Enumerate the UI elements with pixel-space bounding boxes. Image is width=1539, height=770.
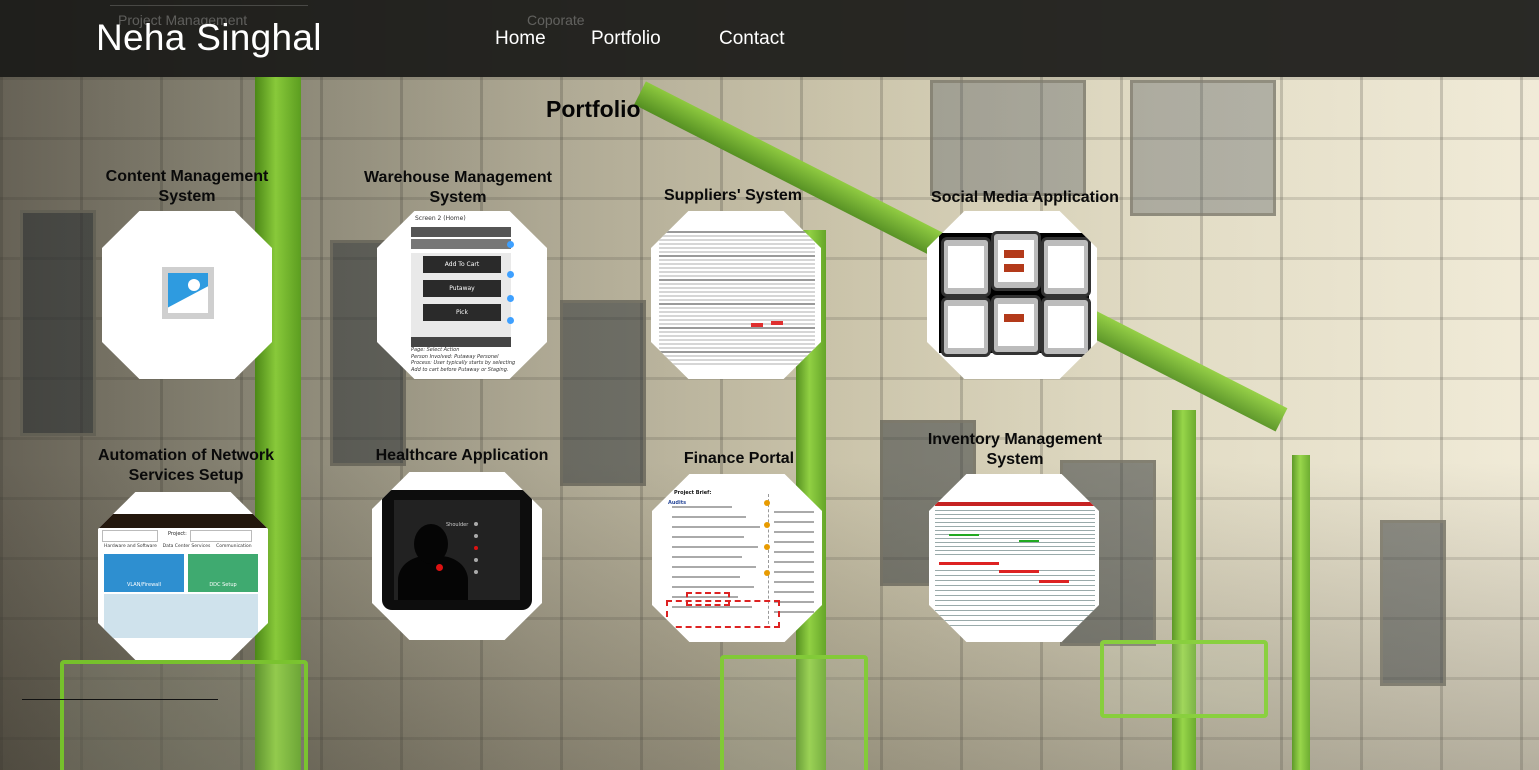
network-tab-communication: Communication (216, 544, 252, 549)
project-title-finance: Finance Portal (683, 450, 795, 467)
project-title-suppliers: Suppliers' System (663, 187, 803, 204)
tablet-thumbnail: Shoulder (382, 490, 532, 610)
project-title-cms: Content Management System (105, 168, 269, 205)
network-project-label: Project: (168, 531, 187, 537)
top-navigation-bar: Project Management Coporate Neha Singhal… (0, 0, 1539, 77)
network-tile-ddc: DDC Setup (209, 582, 237, 588)
suppliers-table-thumbnail (651, 211, 821, 379)
tagline-coporate: Coporate (527, 12, 585, 28)
project-tile-suppliers[interactable] (651, 211, 821, 379)
healthcare-shoulder-label: Shoulder (446, 522, 469, 528)
site-brand[interactable]: Neha Singhal (96, 17, 322, 59)
project-title-inventory: Inventory Management System (927, 431, 1103, 468)
page-title: Portfolio (546, 96, 641, 122)
network-tab-hardware: Hardware and Software (104, 544, 157, 549)
project-tile-finance[interactable]: Project Brief: Audits (652, 474, 822, 642)
network-tile-vlan: VLAN/Firewall (126, 582, 162, 588)
project-title-healthcare: Healthcare Application (375, 447, 549, 464)
nav-contact[interactable]: Contact (719, 28, 784, 50)
footer-divider (22, 699, 218, 700)
project-tile-wms[interactable]: Screen 2 (Home) Add To Cart Putaway Pick… (377, 211, 547, 379)
project-tile-healthcare[interactable]: Shoulder (372, 472, 542, 640)
wms-note-3: Process: User typically starts by select… (411, 360, 516, 373)
wms-add-to-cart: Add To Cart (423, 256, 501, 273)
project-tile-network[interactable]: Project: Hardware and Software Data Cent… (98, 492, 268, 660)
wms-pick: Pick (423, 304, 501, 321)
project-title-social: Social Media Application (931, 189, 1119, 206)
nav-home[interactable]: Home (495, 28, 546, 50)
nav-portfolio[interactable]: Portfolio (591, 28, 661, 50)
wms-screen-label: Screen 2 (Home) (415, 215, 466, 222)
network-tab-datacenter: Data Center Services (162, 544, 211, 549)
wms-putaway: Putaway (423, 280, 501, 297)
project-tile-social[interactable] (927, 211, 1097, 379)
image-placeholder-icon (162, 267, 214, 319)
project-title-wms: Warehouse Management System (364, 169, 552, 206)
project-tile-cms[interactable] (102, 211, 272, 379)
project-tile-inventory[interactable] (929, 474, 1099, 642)
phone-wireframes-thumbnail (939, 231, 1091, 357)
project-title-network: Automation of Network Services Setup (98, 447, 274, 484)
